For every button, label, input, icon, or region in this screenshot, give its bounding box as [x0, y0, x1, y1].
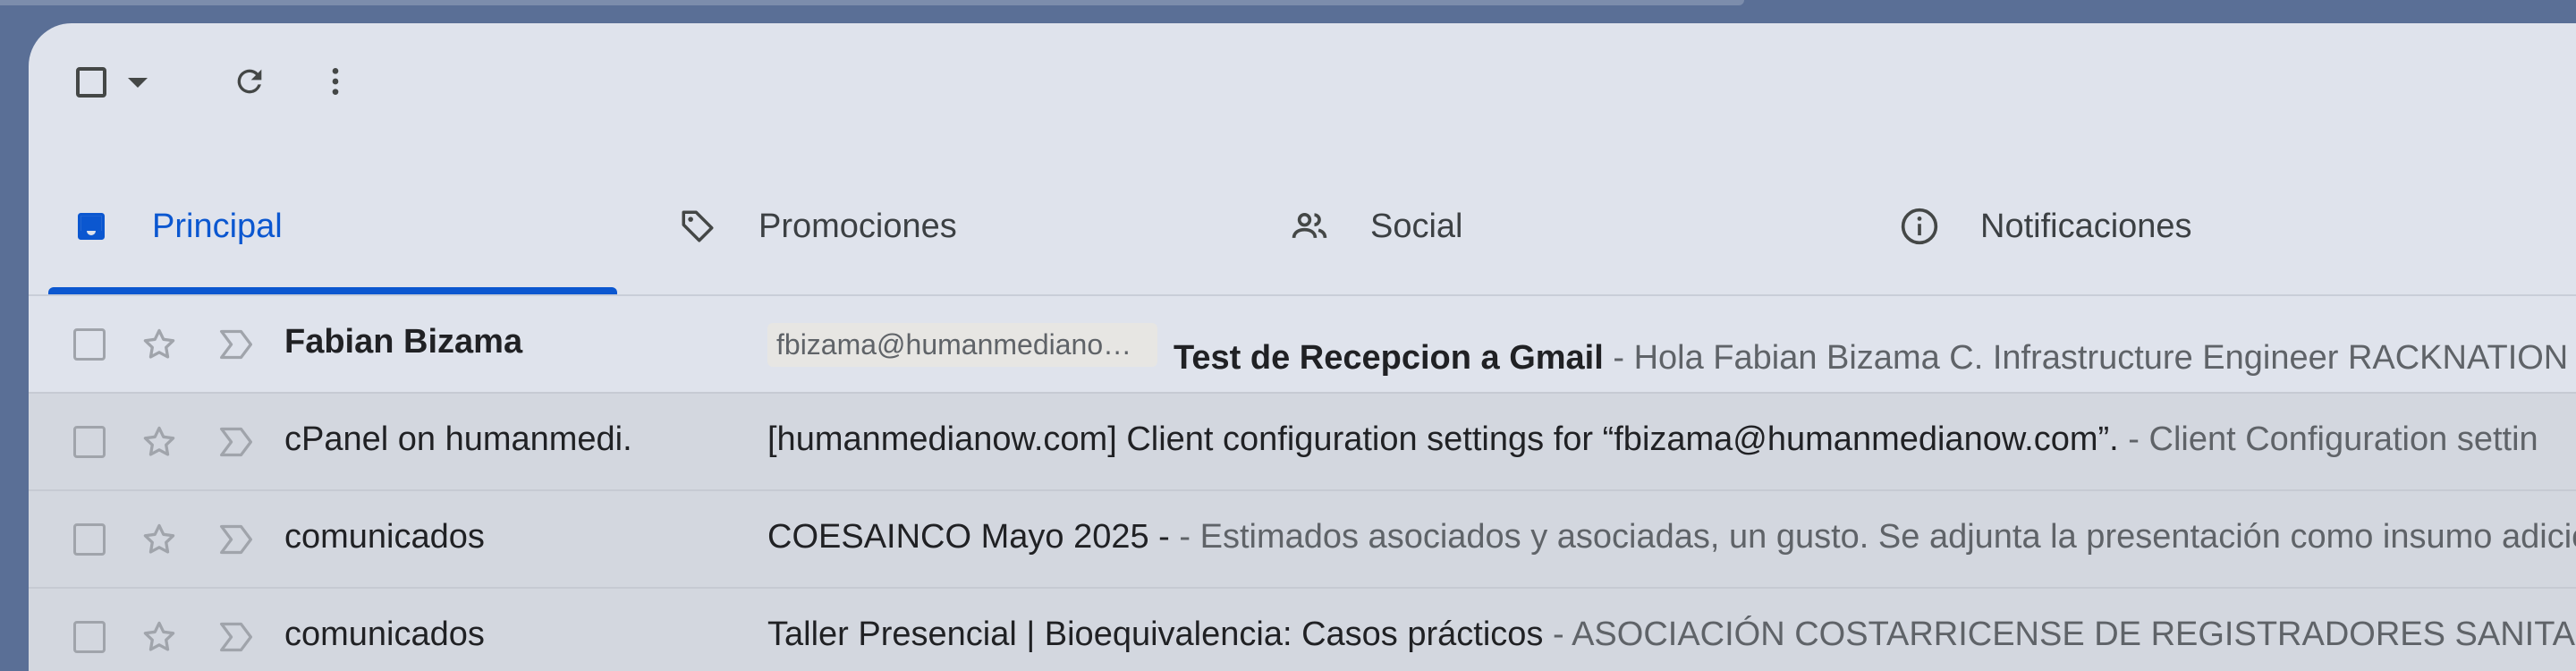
email-content: [humanmedianow.com] Client configuration… [767, 420, 2538, 459]
important-marker-icon[interactable] [216, 522, 256, 557]
row-checkbox[interactable] [73, 328, 106, 361]
tab-principal-label: Principal [152, 207, 283, 245]
inbox-toolbar [29, 23, 2576, 157]
email-row[interactable]: Fabian Bizama fbizama@humanmedianow.c...… [29, 296, 2576, 394]
tab-notificaciones-label: Notificaciones [1980, 207, 2192, 245]
tab-promociones[interactable]: Promociones [678, 157, 957, 295]
email-sender: comunicados [284, 616, 485, 653]
email-row[interactable]: comunicados Taller Presencial | Bioequiv… [29, 589, 2576, 671]
more-vert-icon[interactable] [315, 61, 356, 102]
email-sender: cPanel on humanmedi. [284, 420, 632, 458]
email-snippet: - Estimados asociados y asociadas, un gu… [1169, 518, 2576, 556]
tag-icon [678, 207, 717, 246]
email-subject: COESAINCO Mayo 2025 - [767, 518, 1170, 556]
inbox-icon [72, 207, 111, 246]
important-marker-icon[interactable] [216, 619, 256, 655]
email-subject: [humanmedianow.com] Client configuration… [767, 420, 2119, 458]
email-row[interactable]: comunicados COESAINCO Mayo 2025 - - Esti… [29, 491, 2576, 589]
email-sender: Fabian Bizama [284, 323, 523, 361]
email-subject: Taller Presencial | Bioequivalencia: Cas… [767, 616, 1544, 653]
email-list: Fabian Bizama fbizama@humanmedianow.c...… [29, 296, 2576, 671]
select-all-checkbox-icon[interactable] [72, 63, 111, 102]
email-snippet: - Hola Fabian Bizama C. Infrastructure E… [1603, 339, 2569, 377]
email-snippet: - Client Configuration settin [2118, 420, 2538, 458]
people-icon [1290, 207, 1329, 246]
tab-promociones-label: Promociones [758, 207, 957, 245]
star-icon[interactable] [140, 325, 179, 364]
star-icon[interactable] [140, 422, 179, 462]
email-row[interactable]: cPanel on humanmedi. [humanmedianow.com]… [29, 394, 2576, 491]
email-snippet: - ASOCIACIÓN COSTARRICENSE DE REGISTRADO… [1543, 616, 2576, 653]
row-checkbox[interactable] [73, 426, 106, 458]
category-tabs: Principal Promociones Social Notificacio… [29, 157, 2576, 295]
important-marker-icon[interactable] [216, 327, 256, 362]
tab-notificaciones[interactable]: Notificaciones [1900, 157, 2192, 295]
tab-social[interactable]: Social [1290, 157, 1463, 295]
important-marker-icon[interactable] [216, 424, 256, 460]
info-icon [1900, 207, 1939, 246]
active-tab-indicator [48, 287, 617, 294]
tab-social-label: Social [1370, 207, 1463, 245]
tab-principal[interactable]: Principal [72, 157, 283, 295]
email-content: fbizama@humanmedianow.c... Test de Recepc… [767, 323, 2568, 378]
row-checkbox[interactable] [73, 621, 106, 653]
recipient-chip: fbizama@humanmedianow.c... [767, 323, 1157, 367]
inbox-panel: Principal Promociones Social Notificacio… [29, 23, 2576, 671]
star-icon[interactable] [140, 520, 179, 559]
star-icon[interactable] [140, 617, 179, 657]
row-checkbox[interactable] [73, 523, 106, 556]
caret-down-icon[interactable] [120, 68, 156, 98]
email-sender: comunicados [284, 518, 485, 556]
refresh-icon[interactable] [229, 61, 270, 102]
email-content: Taller Presencial | Bioequivalencia: Cas… [767, 616, 2576, 654]
email-content: COESAINCO Mayo 2025 - - Estimados asocia… [767, 518, 2576, 556]
email-subject: Test de Recepcion a Gmail [1174, 339, 1604, 377]
search-bar-edge [0, 0, 1744, 5]
